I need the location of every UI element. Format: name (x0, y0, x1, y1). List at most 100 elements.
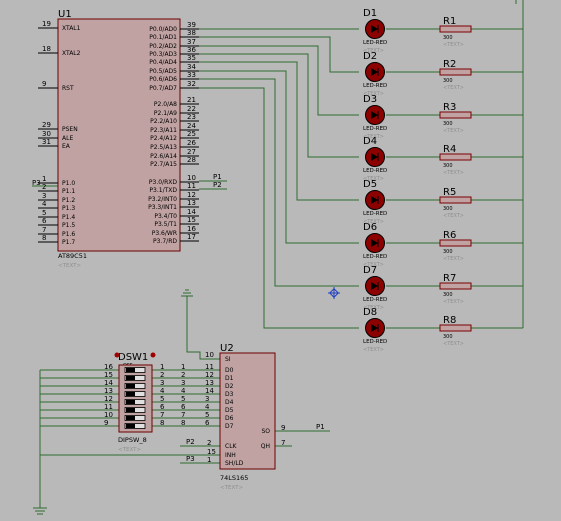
ground-symbol-bottom (33, 507, 47, 515)
u1-pin-label: P2.7/A15 (150, 161, 177, 168)
u1-microcontroller[interactable]: U1 AT89C51 <TEXT> 19XTAL118XTAL29RST29PS… (32, 9, 222, 269)
u1-pin-label: P1.6 (62, 231, 75, 238)
ground-symbol-top (181, 289, 193, 297)
u1-pin-number: 3 (42, 192, 46, 200)
wire-p04 (199, 61, 359, 201)
u2-pin-label: D4 (225, 399, 234, 406)
u2-pin-label: D0 (225, 367, 234, 374)
led-part: LED-RED (363, 40, 387, 46)
led-part: LED-RED (363, 211, 387, 217)
led-part: LED-RED (363, 168, 387, 174)
u1-pin-number: 36 (187, 46, 196, 54)
u1-pin-number: 8 (42, 234, 46, 242)
resistor-value: 300 (443, 206, 453, 212)
resistor-hint: <TEXT> (443, 128, 464, 134)
u1-pin-number: 15 (187, 216, 196, 224)
u1-pin-label: P3.1/TXD (149, 187, 177, 194)
resistor-ref: R3 (443, 102, 456, 113)
u1-pin-number: 17 (187, 233, 196, 241)
u1-pin-number: 9 (42, 80, 46, 88)
wire-p02 (199, 45, 359, 116)
led-ref: D5 (363, 179, 377, 190)
u1-pin-label: P0.1/AD1 (149, 34, 177, 41)
led-ref: D7 (363, 265, 377, 276)
u2-pin-number: 14 (205, 387, 214, 395)
crosshair-cursor-icon (328, 287, 340, 299)
resistor-5: R5 300<TEXT> (439, 187, 472, 219)
led-part: LED-RED (363, 83, 387, 89)
dsw-left-pin-number: 10 (104, 411, 113, 419)
u1-pin-number: 35 (187, 54, 196, 62)
led-8: D8 LED-RED <TEXT> (363, 307, 387, 353)
u1-pin-label: P0.5/AD5 (149, 68, 177, 75)
u2-pin-label: D7 (225, 423, 234, 430)
u2-pin-label: SI (225, 356, 231, 363)
u1-ref: U1 (58, 9, 72, 20)
resistor-2: R2 300<TEXT> (439, 59, 472, 91)
dsw-ref: DSW1 (118, 352, 148, 363)
wire-p03 (199, 53, 359, 158)
u1-pin-number: 16 (187, 225, 196, 233)
schematic-canvas[interactable]: U1 AT89C51 <TEXT> 19XTAL118XTAL29RST29PS… (0, 0, 561, 521)
u2-part: 74LS165 (220, 474, 248, 482)
led-1: D1LED-RED<TEXT> (363, 8, 387, 54)
u1-pin-number: 5 (42, 209, 46, 217)
dsw-switch-toggle (126, 376, 135, 380)
led-ref: D6 (363, 222, 377, 233)
led-4: D4LED-RED<TEXT> (363, 136, 387, 182)
u1-pin-label: ALE (62, 135, 73, 142)
u1-pin-number: 14 (187, 208, 196, 216)
dsw-right-pin-number: 4 (160, 387, 165, 395)
u2-shift-register[interactable]: U2 74LS165 <TEXT> 10SI11 D012 D113 D214 D33 D… (181, 343, 325, 491)
u1-pin-label: P0.2/AD2 (149, 43, 177, 50)
resistor-ref: R4 (443, 144, 456, 155)
u2-pin-label: D3 (225, 391, 234, 398)
u1-net-p3: P3 (32, 179, 41, 187)
u2-pin-label: INH (225, 452, 236, 459)
dsw-hint: <TEXT> (118, 447, 141, 453)
led-array: D1LED-RED<TEXT>D2LED-RED<TEXT>D3LED-RED<… (363, 8, 387, 353)
resistor-value: 300 (443, 121, 453, 127)
u2-dsw-side-number: 2 (181, 371, 185, 379)
u2-pin-number: 15 (207, 448, 216, 456)
dsw-switch-toggle (126, 416, 135, 420)
led-part: LED-RED (363, 254, 387, 260)
u1-pin-label: P2.4/A12 (150, 135, 177, 142)
u1-pin-label: PSEN (62, 126, 78, 133)
u2-pin-number: 9 (281, 424, 285, 432)
u1-pin-number: 24 (187, 122, 196, 130)
u1-pin-number: 25 (187, 130, 196, 138)
u1-pin-label: P3.3/INT1 (148, 204, 177, 211)
u1-pin-label: P1.2 (62, 197, 75, 204)
dsw-switch-toggle (126, 424, 135, 428)
u1-part: AT89C51 (58, 252, 87, 260)
u1-pin-number: 38 (187, 29, 196, 37)
u1-pin-number: 10 (187, 174, 196, 182)
dsw-right-pin-number: 1 (160, 363, 164, 371)
resistor-hint: <TEXT> (443, 299, 464, 305)
u1-pin-label: P1.1 (62, 188, 75, 195)
wire-u2-si (186, 296, 220, 360)
dsw-right-pin-number: 8 (160, 419, 164, 427)
dsw-right-pin-number: 5 (160, 395, 164, 403)
u2-pin-number: 3 (205, 395, 209, 403)
resistor-hint: <TEXT> (443, 341, 464, 347)
u2-pin-number: 13 (205, 379, 214, 387)
u1-pin-label: P1.0 (62, 180, 75, 187)
u1-pin-number: 39 (187, 21, 196, 29)
u2-pin-label: CLK (225, 443, 238, 450)
u1-pin-label: EA (62, 143, 71, 150)
u1-pin-label: P2.0/A8 (154, 101, 177, 108)
led-ref: D1 (363, 8, 377, 19)
dsw-left-pin-number: 13 (104, 387, 113, 395)
dsw-switch-toggle (126, 400, 135, 404)
u1-pin-label: XTAL2 (62, 50, 81, 57)
u1-pin-label: P3.4/T0 (154, 213, 177, 220)
u2-pin-number: 12 (205, 371, 214, 379)
u2-pin-number: 2 (207, 439, 211, 447)
u1-pin-number: 28 (187, 156, 196, 164)
resistor-3: R3 300<TEXT> (439, 102, 472, 134)
u1-pin-label: P3.0/RXD (149, 179, 177, 186)
u1-pin-label: RST (62, 85, 74, 92)
u1-pin-label: P1.7 (62, 239, 75, 246)
